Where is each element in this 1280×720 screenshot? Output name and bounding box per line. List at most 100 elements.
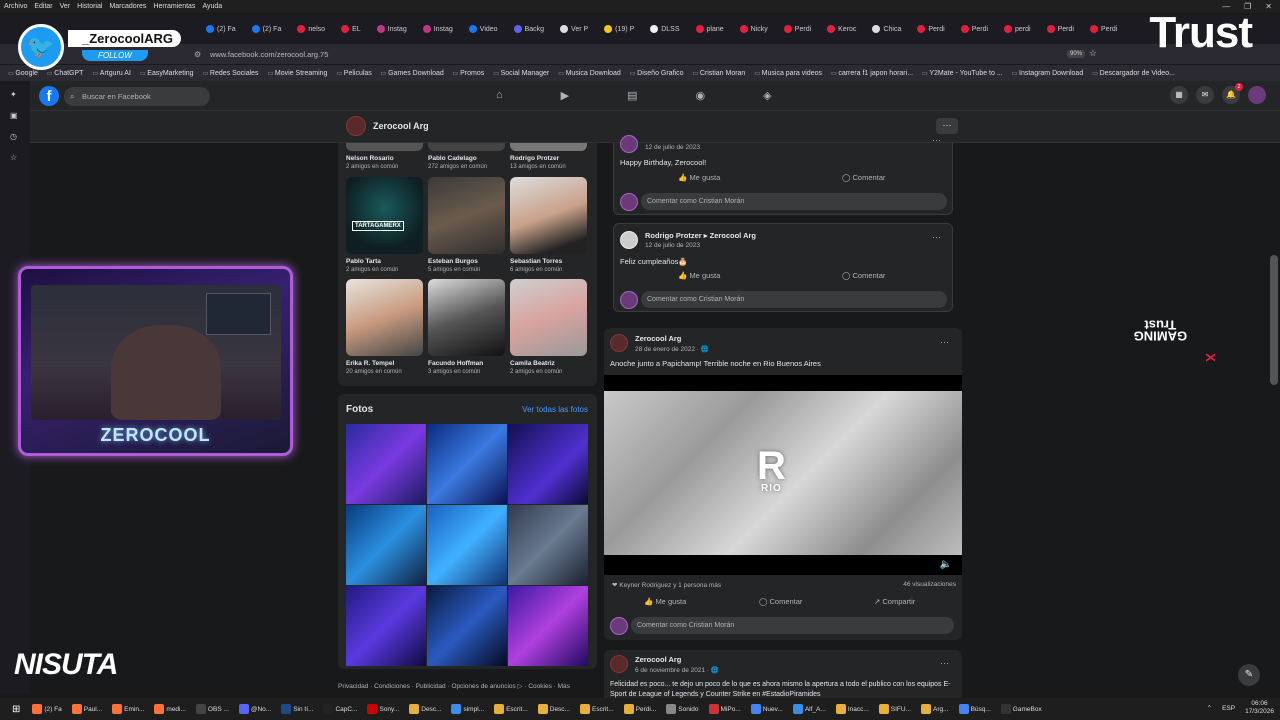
page-scrollbar[interactable]: [1270, 255, 1278, 385]
synced-tabs-icon[interactable]: ▣: [10, 111, 20, 121]
menu-archivo[interactable]: Archivo: [4, 3, 27, 10]
like-button[interactable]: 👍 Me gusta: [678, 271, 720, 280]
facebook-search-input[interactable]: ⌕ Buscar en Facebook: [64, 87, 210, 106]
friend-item[interactable]: Erika R. Tempel 20 amigos en común: [346, 279, 424, 375]
bookmark-item[interactable]: EasyMarketing: [140, 70, 193, 77]
browser-tab[interactable]: (2) Fa: [200, 18, 242, 40]
browser-tab[interactable]: perdi: [998, 18, 1037, 40]
taskbar-app[interactable]: Emin...: [108, 700, 148, 718]
photo-thumb[interactable]: [346, 424, 426, 504]
bookmark-item[interactable]: Descargador de Video...: [1092, 70, 1175, 77]
taskbar-app[interactable]: Nuev...: [747, 700, 787, 718]
page-more-button[interactable]: ···: [936, 118, 958, 134]
taskbar-app[interactable]: Sonido: [662, 700, 702, 718]
browser-tab[interactable]: Video: [463, 18, 504, 40]
menu-marcadores[interactable]: Marcadores: [109, 3, 146, 10]
page-settings-icon[interactable]: ⚙: [194, 50, 201, 59]
post-options-icon[interactable]: ···: [940, 337, 949, 347]
taskbar-app[interactable]: Arg...: [917, 700, 953, 718]
post-date[interactable]: 6 de noviembre de 2021 · 🌐: [635, 666, 719, 674]
home-icon[interactable]: ⌂: [496, 89, 503, 102]
keyboard-language[interactable]: ESP: [1222, 705, 1235, 712]
friend-photo[interactable]: [428, 143, 505, 151]
post-options-icon[interactable]: ···: [932, 232, 941, 242]
page-avatar[interactable]: [346, 116, 366, 136]
post-author[interactable]: Zerocool Arg: [635, 334, 681, 343]
friend-item[interactable]: Rodrigo Protzer 13 amigos en común: [510, 143, 588, 170]
bookmark-item[interactable]: carrera f1 japon horari...: [831, 70, 913, 77]
browser-tab[interactable]: Instag: [417, 18, 459, 40]
bookmark-item[interactable]: Musica Download: [558, 70, 621, 77]
taskbar-app[interactable]: Escrit...: [490, 700, 532, 718]
views-count[interactable]: 46 visualizaciones: [903, 581, 956, 588]
menu-grid-icon[interactable]: ▦: [1170, 86, 1188, 104]
new-message-button[interactable]: ✎: [1238, 664, 1260, 686]
post-author[interactable]: Rodrigo Protzer ▸ Zerocool Arg: [645, 231, 756, 240]
browser-tab[interactable]: Instag: [371, 18, 413, 40]
friend-name[interactable]: Facundo Hoffman: [428, 360, 506, 367]
photo-thumb[interactable]: [427, 586, 507, 666]
friend-name[interactable]: Pablo Cadelago: [428, 155, 506, 162]
post-date[interactable]: 28 de enero de 2022 · 🌐: [635, 345, 709, 353]
post-options-icon[interactable]: ···: [940, 658, 949, 668]
video-icon[interactable]: ▶: [561, 89, 569, 102]
like-button[interactable]: 👍 Me gusta: [644, 597, 686, 606]
friend-photo[interactable]: [510, 279, 587, 356]
bookmark-item[interactable]: Cristian Moran: [692, 70, 746, 77]
zoom-level[interactable]: 90%: [1066, 50, 1085, 58]
bookmark-item[interactable]: Promos: [453, 70, 484, 77]
friend-item[interactable]: Camila Beatriz 2 amigos en común: [510, 279, 588, 375]
friend-name[interactable]: Esteban Burgos: [428, 258, 506, 265]
comment-button[interactable]: ◯ Comentar: [842, 271, 885, 280]
facebook-logo-icon[interactable]: f: [39, 86, 59, 106]
bookmark-item[interactable]: Musica para videos: [754, 70, 822, 77]
browser-tab[interactable]: Chica: [866, 18, 907, 40]
taskbar-app[interactable]: medi...: [150, 700, 190, 718]
browser-tab[interactable]: EL: [335, 18, 367, 40]
browser-tab[interactable]: Keroc: [821, 18, 862, 40]
photo-thumb[interactable]: [427, 505, 507, 585]
friend-photo[interactable]: [428, 279, 505, 356]
comment-button[interactable]: ◯ Comentar: [759, 597, 802, 606]
notifications-icon[interactable]: 🔔 2: [1222, 83, 1243, 104]
gaming-icon[interactable]: ◈: [763, 89, 771, 102]
photo-thumb[interactable]: [508, 586, 588, 666]
menu-herramientas[interactable]: Herramientas: [153, 3, 195, 10]
taskbar-app[interactable]: MiPo...: [705, 700, 745, 718]
browser-tab[interactable]: (2) Fa: [246, 18, 288, 40]
bookmarks-icon[interactable]: ☆: [10, 153, 20, 163]
browser-tab[interactable]: Backg: [508, 18, 550, 40]
bookmark-item[interactable]: Artguru AI: [92, 70, 131, 77]
browser-tab[interactable]: Perdi: [778, 18, 817, 40]
bookmark-item[interactable]: ChatGPT: [47, 70, 83, 77]
friend-name[interactable]: Nelson Rosario: [346, 155, 424, 162]
menu-editar[interactable]: Editar: [34, 3, 52, 10]
friend-name[interactable]: Camila Beatriz: [510, 360, 588, 367]
taskbar-app[interactable]: Escrit...: [576, 700, 618, 718]
taskbar-app[interactable]: (2) Fa: [28, 700, 65, 718]
bookmark-item[interactable]: Instagram Download: [1012, 70, 1083, 77]
browser-tab[interactable]: Nicky: [734, 18, 774, 40]
bookmark-item[interactable]: Social Manager: [493, 70, 550, 77]
browser-tab[interactable]: Perdi: [1084, 18, 1123, 40]
friend-name[interactable]: Sebastian Torres: [510, 258, 588, 265]
post-date[interactable]: 12 de julio de 2023: [645, 144, 700, 151]
friend-item[interactable]: Pablo Cadelago 272 amigos en común: [428, 143, 506, 170]
friend-item[interactable]: TARTAGAMERX Pablo Tarta 2 amigos en comú…: [346, 177, 424, 273]
browser-tab[interactable]: Perdi: [1041, 18, 1080, 40]
friend-item[interactable]: Sebastian Torres 6 amigos en común: [510, 177, 588, 273]
menu-historial[interactable]: Historial: [77, 3, 102, 10]
star-icon[interactable]: ☆: [1089, 48, 1097, 59]
photo-thumb[interactable]: [346, 505, 426, 585]
taskbar-app[interactable]: Inacc...: [832, 700, 873, 718]
bookmark-item[interactable]: Movie Streaming: [268, 70, 328, 77]
see-all-photos-link[interactable]: Ver todas las fotos: [522, 405, 588, 414]
photo-thumb[interactable]: [508, 424, 588, 504]
friend-item[interactable]: Nelson Rosario 2 amigos en común: [346, 143, 424, 170]
taskbar-app[interactable]: SIFU...: [875, 700, 915, 718]
comment-input[interactable]: Comentar como Cristian Morán: [641, 193, 947, 210]
taskbar-app[interactable]: Sony...: [363, 700, 403, 718]
post-author-avatar[interactable]: [610, 334, 628, 352]
url-field[interactable]: ⚙ www.facebook.com/zerocool.arg.75: [190, 47, 1080, 61]
friend-photo[interactable]: [510, 143, 587, 151]
